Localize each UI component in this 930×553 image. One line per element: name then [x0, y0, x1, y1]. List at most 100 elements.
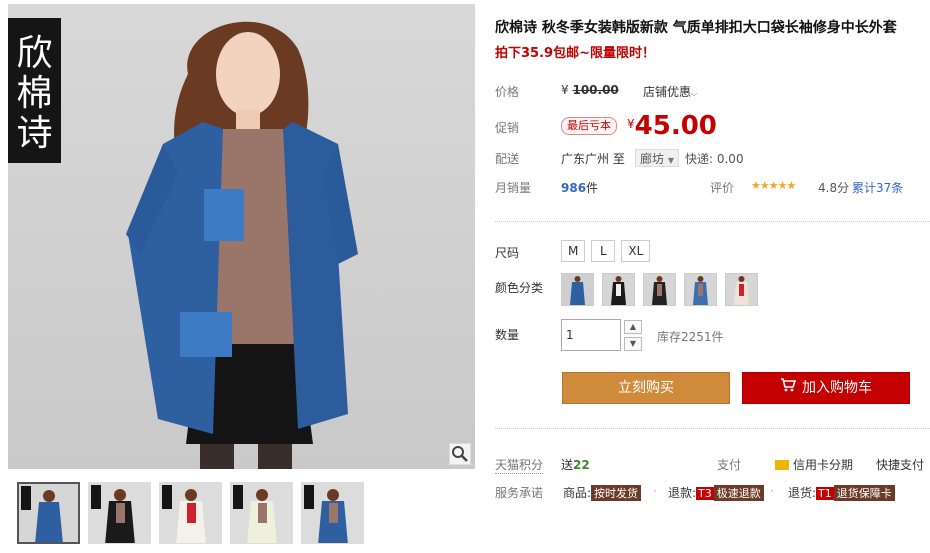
review-count-link[interactable]: 累计37条: [852, 179, 903, 196]
refund-prefix: 退款:: [668, 486, 697, 500]
separator-dot: ·: [770, 484, 774, 498]
rating-label: 评价: [710, 181, 735, 195]
credit-installment-label: 信用卡分期: [793, 458, 854, 472]
add-to-cart-label: 加入购物车: [802, 380, 872, 396]
thumbnail-5[interactable]: [301, 482, 364, 544]
quantity-input[interactable]: [561, 319, 621, 351]
thumbnail-strip: [17, 482, 364, 544]
model-illustration: [126, 21, 358, 469]
service-goods[interactable]: 商品: 按时发货: [563, 484, 642, 501]
currency-symbol: ¥: [627, 117, 635, 131]
add-to-cart-button[interactable]: 加入购物车: [742, 372, 910, 404]
size-option-m[interactable]: M: [561, 240, 586, 262]
cart-icon: [780, 373, 797, 403]
tmall-points-label[interactable]: 天猫积分: [495, 456, 544, 474]
main-product-image[interactable]: 欣 棉 诗: [8, 4, 475, 469]
destination-select[interactable]: 廊坊 ▼: [635, 149, 679, 167]
size-label: 尺码: [495, 246, 520, 260]
rating-score: 4.8分: [818, 181, 850, 195]
shop-discount-dropdown[interactable]: 店铺优惠⌵: [643, 83, 697, 100]
size-option-l[interactable]: L: [591, 240, 616, 262]
credit-installment[interactable]: 信用卡分期: [775, 456, 853, 473]
ship-origin: 广东广州: [561, 152, 610, 166]
thumbnail-3[interactable]: [159, 482, 222, 544]
brand-char: 棉: [16, 73, 53, 114]
fast-refund-badge: 极速退款: [713, 485, 764, 501]
payment-label: 支付: [717, 458, 742, 472]
current-price-value: 45.00: [634, 111, 717, 141]
express-fee: 快递: 0.00: [685, 152, 744, 166]
return-guarantee-badge: 退货保障卡: [833, 485, 895, 501]
color-option-4[interactable]: [684, 273, 717, 306]
current-price: ¥45.00: [627, 111, 717, 141]
refund-code-badge: T3: [696, 487, 714, 500]
return-code-badge: T1: [816, 487, 834, 500]
quick-pay[interactable]: 快捷支付: [876, 456, 924, 473]
separator-dot: ·: [653, 484, 657, 498]
product-title: 欣棉诗 秋冬季女装韩版新款 气质单排扣大口袋长袖修身中长外套: [495, 20, 897, 36]
sales-unit: 件: [586, 181, 599, 195]
thumbnail-2[interactable]: [88, 482, 151, 544]
shipping-label: 配送: [495, 152, 520, 166]
stock-count: 库存2251件: [657, 330, 724, 344]
destination-value: 廊坊: [640, 152, 665, 166]
currency-symbol: ¥: [561, 83, 569, 97]
zoom-button[interactable]: [449, 443, 471, 465]
color-option-5[interactable]: [725, 273, 758, 306]
brand-tag-icon: [21, 486, 31, 510]
service-refund[interactable]: 退款: T3 极速退款: [668, 484, 764, 501]
thumbnail-4[interactable]: [230, 482, 293, 544]
color-swatch-image: [603, 274, 634, 305]
ship-from: 广东广州 至: [561, 150, 625, 167]
goods-prefix: 商品:: [563, 486, 592, 500]
quantity-increase-button[interactable]: ▲: [624, 320, 642, 334]
color-swatch-image: [644, 274, 675, 305]
color-options: [561, 273, 758, 306]
price-label: 价格: [495, 85, 520, 99]
return-prefix: 退货:: [788, 486, 817, 500]
color-swatch-image: [685, 274, 716, 305]
tmall-points-value: 送22: [561, 456, 590, 473]
points-prefix: 送: [561, 458, 574, 472]
size-option-xl[interactable]: XL: [621, 240, 651, 262]
brand-tag-icon: [233, 485, 243, 509]
color-option-2[interactable]: [602, 273, 635, 306]
promo-label: 促销: [495, 121, 520, 135]
brand-char: 欣: [16, 33, 53, 74]
color-option-3[interactable]: [643, 273, 676, 306]
color-label: 颜色分类: [495, 281, 544, 295]
color-swatch-image: [726, 274, 757, 305]
divider: [495, 221, 930, 222]
brand-tag-icon: [304, 485, 314, 509]
brand-tag-icon: [91, 485, 101, 509]
monthly-sales-label: 月销量: [495, 181, 532, 195]
shop-discount-label: 店铺优惠: [643, 85, 692, 99]
credit-card-icon: [775, 460, 789, 470]
thumbnail-1[interactable]: [17, 482, 80, 544]
star-rating-icon: ★★★★★: [751, 179, 796, 192]
on-time-delivery-badge: 按时发货: [591, 485, 642, 501]
service-promise-label: 服务承诺: [495, 486, 544, 500]
promo-text: 拍下35.9包邮~限量限时！: [495, 46, 655, 61]
magnifier-icon: [452, 446, 468, 462]
brand-logo-block: 欣 棉 诗: [8, 18, 61, 163]
promo-tag-badge: 最后亏本: [561, 117, 617, 135]
quantity-decrease-button[interactable]: ▼: [624, 337, 642, 351]
brand-char: 诗: [16, 113, 53, 154]
points-number: 22: [573, 458, 590, 472]
chevron-down-icon: ▼: [667, 156, 674, 165]
buy-now-button[interactable]: 立刻购买: [562, 372, 730, 404]
quantity-label: 数量: [495, 328, 520, 342]
original-price-value: 100.00: [572, 83, 619, 97]
monthly-sales: 986件: [561, 179, 598, 196]
service-return[interactable]: 退货: T1 退货保障卡: [788, 484, 895, 501]
ship-to-word: 至: [612, 152, 625, 166]
brand-tag-icon: [162, 485, 172, 509]
chevron-down-icon: ⌵: [691, 89, 698, 98]
size-options: M L XL: [561, 240, 651, 262]
divider: [495, 428, 930, 429]
sales-count: 986: [561, 181, 587, 195]
color-swatch-image: [562, 274, 593, 305]
original-price: ¥ 100.00: [561, 83, 619, 97]
color-option-1[interactable]: [561, 273, 594, 306]
